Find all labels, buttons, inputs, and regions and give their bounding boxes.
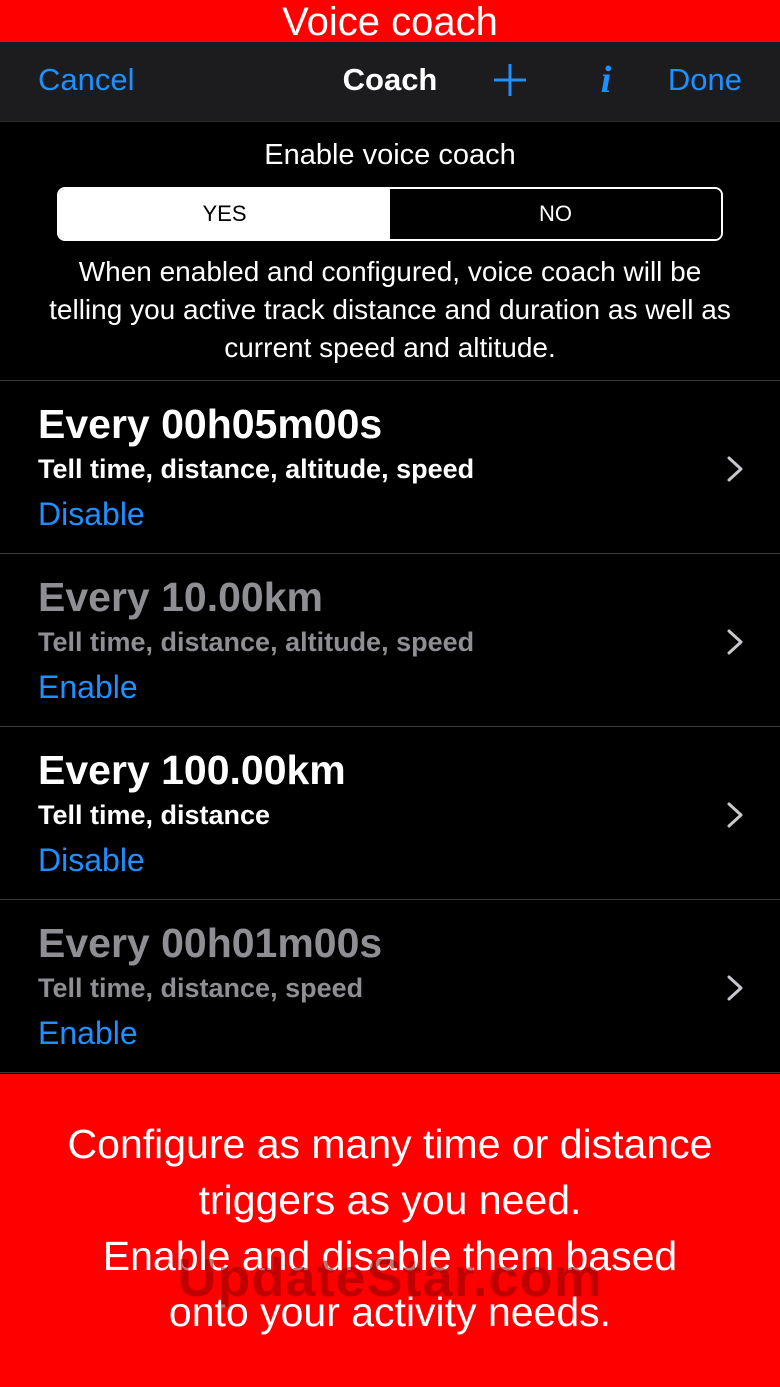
trigger-row[interactable]: Every 00h01m00s Tell time, distance, spe… <box>0 899 780 1073</box>
enable-segmented-control: YES NO <box>57 187 723 241</box>
trigger-subtitle: Tell time, distance, altitude, speed <box>38 627 475 657</box>
info-icon[interactable]: i <box>592 58 620 102</box>
promo-banner-bottom: Configure as many time or distance trigg… <box>0 1074 780 1387</box>
trigger-row[interactable]: Every 10.00km Tell time, distance, altit… <box>0 553 780 726</box>
watermark: UpdateStar.com <box>177 1248 603 1308</box>
trigger-row[interactable]: Every 100.00km Tell time, distance Disab… <box>0 726 780 899</box>
trigger-subtitle: Tell time, distance, speed <box>38 973 364 1003</box>
enable-button[interactable]: Enable <box>38 1014 138 1052</box>
disable-button[interactable]: Disable <box>38 495 145 533</box>
chevron-right-icon <box>727 975 743 1001</box>
enable-voice-coach-label: Enable voice coach <box>264 139 516 171</box>
promo-line: triggers as you need. <box>198 1177 582 1223</box>
yes-segment[interactable]: YES <box>59 189 390 239</box>
voice-coach-description: When enabled and configured, voice coach… <box>49 256 731 363</box>
chevron-right-icon <box>727 802 743 828</box>
cancel-button[interactable]: Cancel <box>38 62 135 98</box>
trigger-subtitle: Tell time, distance <box>38 800 271 830</box>
disable-button[interactable]: Disable <box>38 841 145 879</box>
trigger-row[interactable]: Every 00h05m00s Tell time, distance, alt… <box>0 380 780 553</box>
trigger-title: Every 10.00km <box>38 574 323 620</box>
chevron-right-icon <box>727 456 743 482</box>
trigger-list: Every 00h05m00s Tell time, distance, alt… <box>0 380 780 1073</box>
enable-button[interactable]: Enable <box>38 668 138 706</box>
plus-icon[interactable] <box>490 60 530 100</box>
no-segment[interactable]: NO <box>390 189 721 239</box>
trigger-subtitle: Tell time, distance, altitude, speed <box>38 454 475 484</box>
done-button[interactable]: Done <box>668 62 742 98</box>
trigger-title: Every 00h05m00s <box>38 401 383 447</box>
trigger-title: Every 100.00km <box>38 747 346 793</box>
promo-banner-title: Voice coach <box>282 0 498 44</box>
trigger-title: Every 00h01m00s <box>38 920 383 966</box>
navigation-bar: Cancel Coach i Done <box>0 42 780 122</box>
promo-banner-top: Voice coach <box>0 0 780 44</box>
nav-title: Coach <box>342 62 438 97</box>
promo-line: Configure as many time or distance <box>67 1121 713 1167</box>
chevron-right-icon <box>727 629 743 655</box>
